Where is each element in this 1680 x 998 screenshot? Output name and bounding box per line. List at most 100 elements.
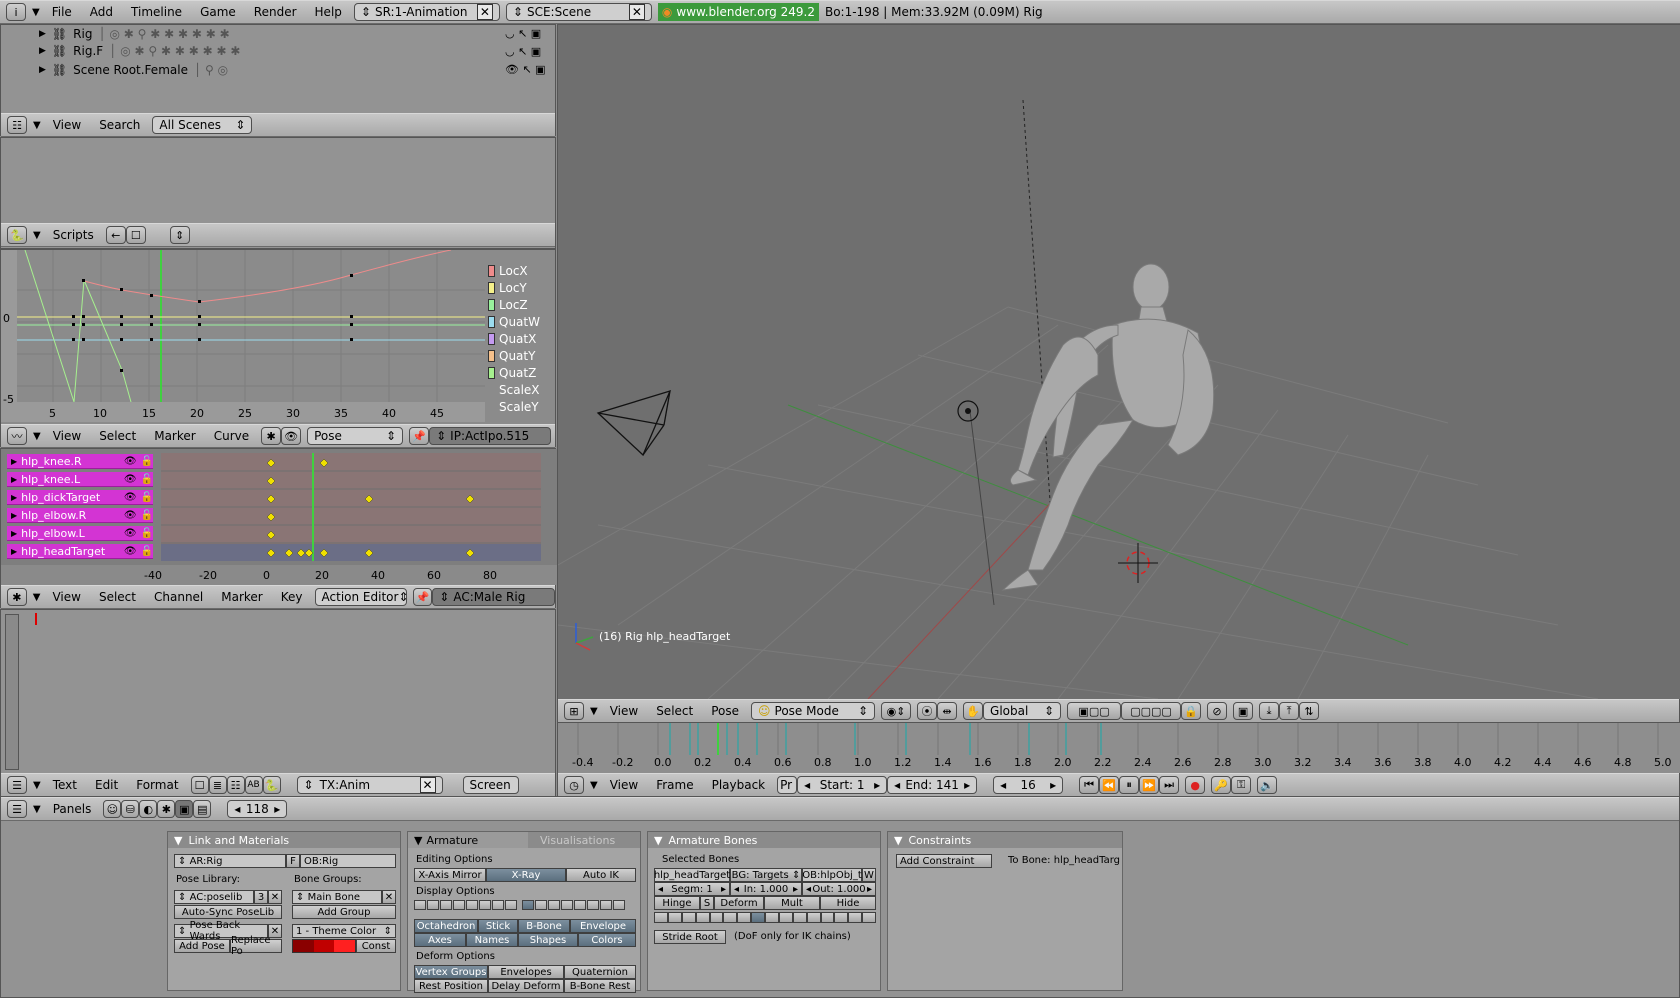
layer-icon[interactable]: ▣▢▢ bbox=[1067, 702, 1122, 720]
viewport-scene[interactable] bbox=[558, 25, 1680, 699]
stick-toggle[interactable]: Stick bbox=[478, 919, 518, 933]
decrement-arrow-icon[interactable]: ◂ bbox=[806, 884, 811, 895]
axes-toggle[interactable]: Axes bbox=[414, 933, 466, 947]
draw-type-icon[interactable]: ◉⇕ bbox=[881, 702, 912, 720]
ipo-channel[interactable]: QuatY bbox=[488, 347, 554, 364]
panel-title[interactable]: ▼ Constraints bbox=[888, 832, 1122, 848]
lock-icon[interactable]: 🔓 bbox=[141, 492, 153, 503]
ease-in-field[interactable]: ◂ In: 1.000 ▸ bbox=[730, 882, 802, 896]
expand-arrow-icon[interactable]: ▶ bbox=[39, 29, 46, 39]
visibility-row[interactable]: ◡ ↖ ▣ bbox=[505, 25, 553, 43]
occlude-icon[interactable]: ⊘ bbox=[1207, 702, 1228, 720]
bone-layer-toggle[interactable] bbox=[681, 912, 696, 923]
bone-layer-toggle[interactable] bbox=[574, 900, 586, 910]
menu-channel[interactable]: Channel bbox=[148, 590, 209, 604]
ipo-channel[interactable]: QuatX bbox=[488, 330, 554, 347]
bone-layer-toggle[interactable] bbox=[667, 912, 682, 923]
decrement-arrow-icon[interactable]: ◂ bbox=[734, 884, 739, 895]
expand-arrow-icon[interactable]: ▶ bbox=[11, 547, 17, 556]
object-name-field[interactable]: OB:Rig bbox=[300, 854, 396, 868]
menu-key[interactable]: Key bbox=[275, 590, 309, 604]
increment-arrow-icon[interactable]: ▸ bbox=[964, 778, 970, 792]
hide-toggle[interactable]: Hide bbox=[820, 896, 876, 910]
ipo-editor-icon[interactable]: 〰 bbox=[7, 427, 27, 445]
hinge-toggle[interactable]: Hinge bbox=[654, 896, 700, 910]
info-icon[interactable]: i bbox=[6, 3, 26, 21]
eye-icon[interactable]: 👁 bbox=[124, 492, 137, 503]
eye-icon[interactable]: 👁 bbox=[124, 510, 137, 521]
theme-color-swatches[interactable] bbox=[292, 939, 356, 953]
layer-icon[interactable]: ▢▢▢▢ bbox=[1121, 702, 1182, 720]
menu-select[interactable]: Select bbox=[93, 429, 142, 443]
menu-format[interactable]: Format bbox=[130, 778, 184, 792]
menu-add[interactable]: Add bbox=[84, 5, 119, 19]
next-key-icon[interactable]: ⏩ bbox=[1139, 776, 1160, 794]
jump-start-icon[interactable]: ⏮ bbox=[1079, 776, 1100, 794]
menu-pose[interactable]: Pose bbox=[705, 704, 745, 718]
color-swatch[interactable] bbox=[313, 940, 335, 952]
expand-arrow-icon[interactable]: ▶ bbox=[39, 46, 46, 56]
lock-icon[interactable]: 🔓 bbox=[141, 456, 153, 467]
panel-title[interactable]: ▼ Armature Bones bbox=[648, 832, 880, 848]
action-channel[interactable]: ▶ hlp_knee.R 👁 🔓 bbox=[7, 454, 153, 469]
envelopes-toggle[interactable]: Envelopes bbox=[488, 965, 564, 979]
ipo-channel[interactable]: ScaleY bbox=[488, 398, 554, 415]
script-icon[interactable]: ⛁ bbox=[121, 800, 140, 818]
chevron-down-icon[interactable]: ▼ bbox=[33, 230, 41, 241]
menu-select[interactable]: Select bbox=[650, 704, 699, 718]
text-editor-icon[interactable]: ☰ bbox=[7, 776, 27, 794]
bone-layer-toggle[interactable] bbox=[505, 900, 517, 910]
wire-toggle[interactable]: W bbox=[862, 868, 876, 882]
shapes-toggle[interactable]: Shapes bbox=[518, 933, 578, 947]
fullscreen-icon[interactable]: ☐ bbox=[190, 776, 209, 794]
bone-layer-toggle[interactable] bbox=[535, 900, 547, 910]
panel-title[interactable]: ▼ Link and Materials bbox=[168, 832, 400, 848]
increment-arrow-icon[interactable]: ▸ bbox=[874, 778, 880, 792]
theme-color-dropdown[interactable]: 1 - Theme Color ⇕ bbox=[292, 924, 396, 938]
bone-layer-toggle[interactable] bbox=[548, 900, 560, 910]
menu-game[interactable]: Game bbox=[194, 5, 242, 19]
close-icon[interactable]: ✕ bbox=[628, 4, 645, 20]
action-editor-icon[interactable]: ✱ bbox=[7, 588, 27, 606]
tab-armature[interactable]: ▼ Armature bbox=[408, 832, 528, 848]
segments-field[interactable]: ◂ Segm: 1 ▸ bbox=[654, 882, 730, 896]
pose-icon[interactable]: ✱ bbox=[261, 427, 282, 445]
mult-toggle[interactable]: Mult bbox=[764, 896, 820, 910]
increment-arrow-icon[interactable]: ▸ bbox=[867, 884, 872, 895]
bone-name-field[interactable]: hlp_headTarget bbox=[654, 868, 730, 882]
lock-icon[interactable]: 🔓 bbox=[141, 474, 153, 485]
bbone-rest-toggle[interactable]: B-Bone Rest bbox=[564, 979, 636, 993]
deform-toggle[interactable]: Deform bbox=[714, 896, 764, 910]
names-toggle[interactable]: Names bbox=[466, 933, 518, 947]
ipo-channel[interactable]: LocY bbox=[488, 279, 554, 296]
chevron-down-icon[interactable]: ▼ bbox=[33, 780, 41, 791]
action-channel[interactable]: ▶ hlp_elbow.L 👁 🔓 bbox=[7, 526, 153, 541]
bone-layer-toggle[interactable] bbox=[695, 912, 710, 923]
bone-layer-toggle[interactable] bbox=[723, 912, 738, 923]
scene-icon[interactable]: ▤ bbox=[193, 800, 212, 818]
current-frame-field[interactable]: ◂ 16 ▸ bbox=[993, 776, 1064, 794]
stride-root-toggle[interactable]: Stride Root bbox=[654, 930, 726, 944]
bone-layer-toggle[interactable] bbox=[751, 912, 765, 923]
bone-layer-toggle[interactable] bbox=[440, 900, 452, 910]
collapse-arrow-icon[interactable]: ▼ bbox=[414, 834, 422, 847]
outliner-row[interactable]: ▶ ⛓ Rig.F │ ◎ ✱ ⚲ ✱ ✱ ✱ ✱ ✱ ✱ bbox=[39, 42, 549, 60]
decrement-arrow-icon[interactable]: ◂ bbox=[658, 884, 663, 895]
menu-frame[interactable]: Frame bbox=[650, 778, 699, 792]
pin-icon[interactable]: 📌 bbox=[412, 588, 433, 606]
window-icon[interactable]: ☐ bbox=[125, 226, 146, 244]
bbone-toggle[interactable]: B-Bone bbox=[518, 919, 570, 933]
x-axis-mirror-toggle[interactable]: X-Axis Mirror bbox=[414, 868, 486, 882]
outliner-row[interactable]: ▶ ⛓ Scene Root.Female │ ⚲ ◎ bbox=[39, 61, 549, 79]
bone-layer-toggle[interactable] bbox=[862, 912, 876, 923]
bone-group-remove-button[interactable]: ✕ bbox=[382, 890, 396, 904]
scene-selector[interactable]: ⇕ SCE:Scene ✕ bbox=[505, 3, 652, 21]
octahedron-toggle[interactable]: Octahedron bbox=[414, 919, 478, 933]
decrement-arrow-icon[interactable]: ◂ bbox=[1000, 778, 1006, 792]
screen-selector[interactable]: ⇕ SR:1-Animation ✕ bbox=[353, 3, 500, 21]
eye-icon[interactable]: 👁 bbox=[124, 474, 137, 485]
eye-icon[interactable]: 👁 bbox=[281, 427, 302, 445]
bone-layer-toggle[interactable] bbox=[820, 912, 835, 923]
bone-group-field[interactable]: ⇕ Main Bone bbox=[292, 890, 382, 904]
ipo-channel[interactable]: ScaleX bbox=[488, 381, 554, 398]
